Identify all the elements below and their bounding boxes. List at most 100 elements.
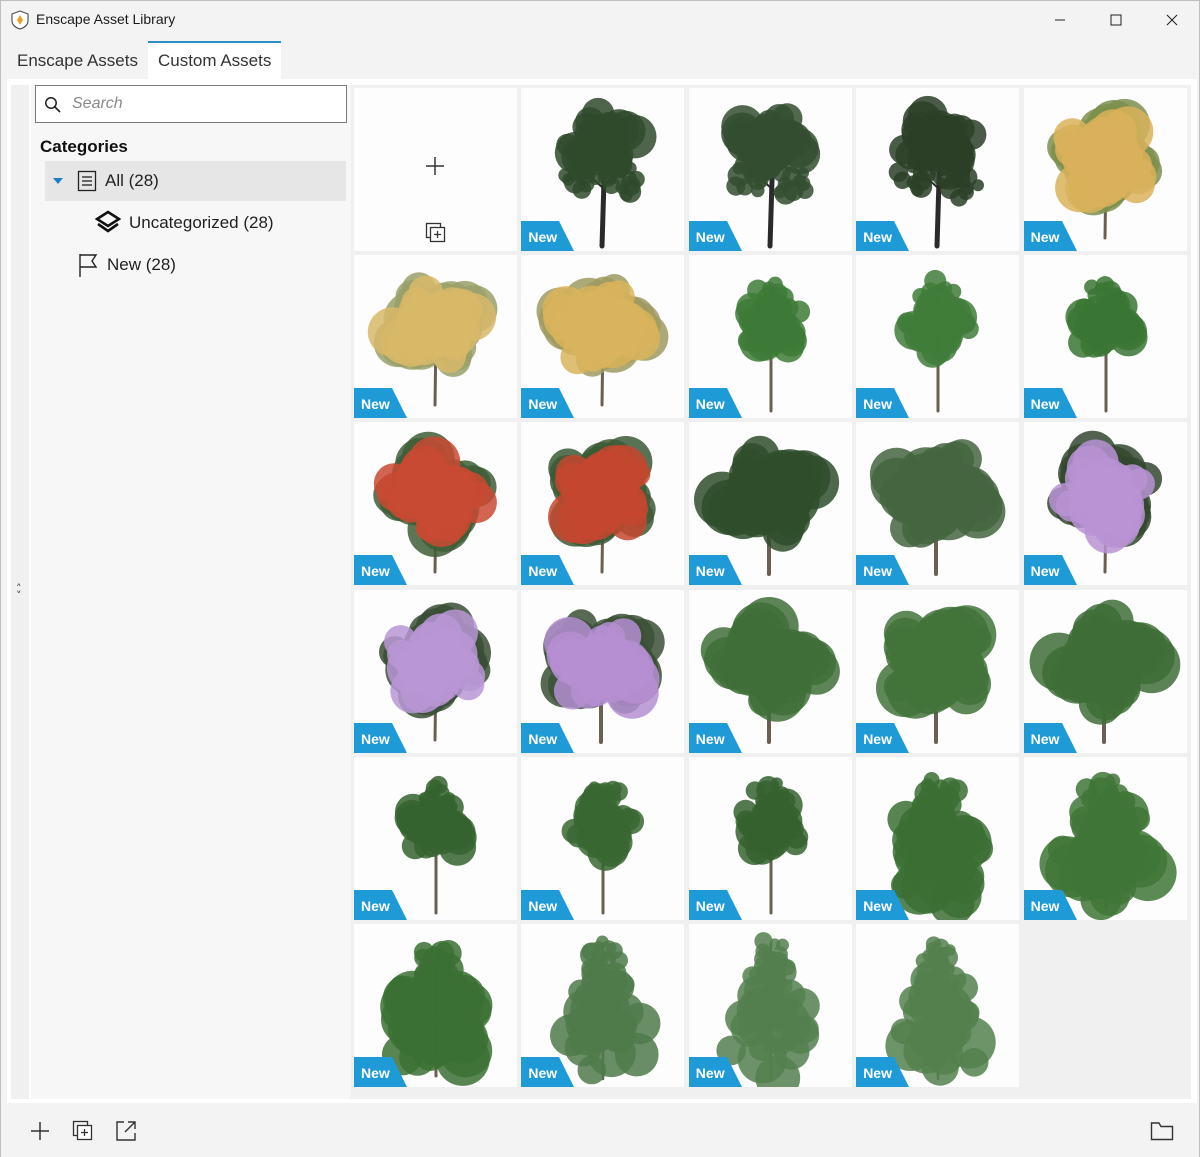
asset-library-window: Enscape Asset Library Enscape Assets Cus…: [0, 0, 1200, 1157]
sidebar: Categories All (28) Uncategorized (28): [31, 85, 351, 1099]
new-badge: New: [688, 722, 743, 753]
export-button[interactable]: [114, 1119, 138, 1143]
new-badge: New: [521, 388, 575, 419]
asset-tile[interactable]: New: [521, 589, 685, 753]
search-box: [35, 85, 347, 123]
enscape-app-icon: [11, 10, 29, 30]
open-folder-button[interactable]: [1150, 1119, 1174, 1143]
asset-grid: New New New New New New New New New New New New New N…: [351, 85, 1191, 1099]
asset-tile[interactable]: New: [688, 924, 852, 1087]
maximize-button[interactable]: [1088, 1, 1144, 39]
minimize-button[interactable]: [1032, 1, 1088, 39]
plus-icon: [31, 1122, 49, 1140]
asset-tile[interactable]: New: [856, 255, 1020, 419]
new-badge-label: New: [361, 396, 390, 413]
categories-heading: Categories: [40, 137, 128, 156]
new-badge-label: New: [695, 730, 725, 747]
asset-tile[interactable]: New: [354, 255, 517, 419]
new-badge-label: New: [1030, 897, 1060, 914]
asset-tile[interactable]: New: [688, 422, 852, 586]
new-badge: New: [688, 221, 743, 251]
category-all[interactable]: All (28): [45, 161, 346, 201]
new-badge-label: New: [528, 396, 558, 413]
tab-enscape-assets[interactable]: Enscape Assets: [7, 41, 148, 79]
new-badge-label: New: [528, 563, 558, 580]
asset-tile[interactable]: New: [856, 88, 1020, 251]
new-badge-label: New: [361, 730, 390, 747]
new-badge: New: [521, 1057, 575, 1087]
new-badge-label: New: [863, 897, 892, 914]
sidebar-collapse-handle[interactable]: ˄ ˅: [11, 85, 29, 1099]
category-new[interactable]: New (28): [77, 245, 345, 285]
asset-tile[interactable]: New: [1023, 422, 1187, 586]
search-input[interactable]: [72, 91, 340, 117]
asset-tile[interactable]: New: [354, 924, 517, 1087]
bottom-toolbar: [1, 1105, 1199, 1157]
folder-icon: [1150, 1122, 1174, 1141]
new-badge-label: New: [695, 563, 725, 580]
category-label: New (28): [107, 255, 176, 274]
asset-tile[interactable]: New: [354, 589, 517, 753]
close-button[interactable]: [1144, 1, 1200, 39]
new-badge: New: [354, 1057, 408, 1087]
tab-custom-assets[interactable]: Custom Assets: [147, 41, 282, 79]
category-uncategorized[interactable]: Uncategorized (28): [95, 203, 345, 243]
asset-tile[interactable]: New: [521, 88, 685, 251]
new-badge-label: New: [361, 897, 390, 914]
asset-tile[interactable]: New: [688, 88, 852, 251]
new-badge: New: [1023, 889, 1078, 920]
plus-icon: [426, 157, 444, 175]
category-label: All (28): [105, 171, 159, 190]
list-icon: [77, 170, 97, 192]
new-badge: New: [521, 889, 575, 920]
asset-tile[interactable]: New: [856, 589, 1020, 753]
new-badge: New: [1023, 388, 1078, 419]
new-badge-label: New: [863, 229, 892, 245]
asset-tile[interactable]: New: [354, 422, 517, 586]
new-badge-label: New: [528, 1065, 558, 1081]
new-badge-label: New: [695, 1065, 725, 1081]
new-badge: New: [354, 889, 408, 920]
new-badge-label: New: [695, 897, 725, 914]
new-badge: New: [856, 722, 910, 753]
duplicate-button[interactable]: [71, 1119, 95, 1143]
asset-tile[interactable]: New: [354, 756, 517, 920]
new-badge-label: New: [361, 563, 390, 580]
asset-tile[interactable]: New: [1023, 88, 1187, 251]
new-badge-label: New: [1030, 730, 1060, 747]
asset-tile[interactable]: New: [688, 589, 852, 753]
new-badge-label: New: [361, 1065, 390, 1081]
asset-tile[interactable]: New: [521, 422, 685, 586]
new-badge-label: New: [528, 229, 558, 245]
new-badge-label: New: [1030, 396, 1060, 413]
expand-caret-icon[interactable]: [53, 177, 63, 185]
new-badge: New: [856, 889, 910, 920]
asset-tile[interactable]: New: [1023, 255, 1187, 419]
new-badge-label: New: [863, 563, 892, 580]
asset-tile[interactable]: New: [521, 255, 685, 419]
new-badge: New: [1023, 221, 1078, 251]
asset-tile[interactable]: New: [1023, 589, 1187, 753]
new-badge: New: [1023, 555, 1078, 586]
asset-tile[interactable]: New: [521, 756, 685, 920]
asset-tile[interactable]: New: [521, 924, 685, 1087]
new-badge: New: [521, 555, 575, 586]
asset-tile[interactable]: New: [688, 255, 852, 419]
new-badge-label: New: [695, 396, 725, 413]
add-asset-tile[interactable]: [354, 88, 517, 251]
asset-tile[interactable]: New: [856, 924, 1020, 1087]
asset-tile[interactable]: New: [856, 756, 1020, 920]
flag-icon: [77, 252, 99, 278]
new-badge-label: New: [528, 897, 558, 914]
new-badge: New: [856, 388, 910, 419]
new-badge: New: [354, 388, 408, 419]
add-button[interactable]: [28, 1119, 52, 1143]
asset-tile[interactable]: New: [856, 422, 1020, 586]
duplicate-icon: [425, 222, 446, 243]
custom-assets-panel: ˄˅ Categories All (28): [7, 79, 1197, 1103]
asset-tile[interactable]: New: [688, 756, 852, 920]
new-badge: New: [354, 555, 408, 586]
tab-bar: Enscape Assets Custom Assets: [7, 41, 282, 79]
new-badge-label: New: [695, 229, 725, 245]
asset-tile[interactable]: New: [1023, 756, 1187, 920]
